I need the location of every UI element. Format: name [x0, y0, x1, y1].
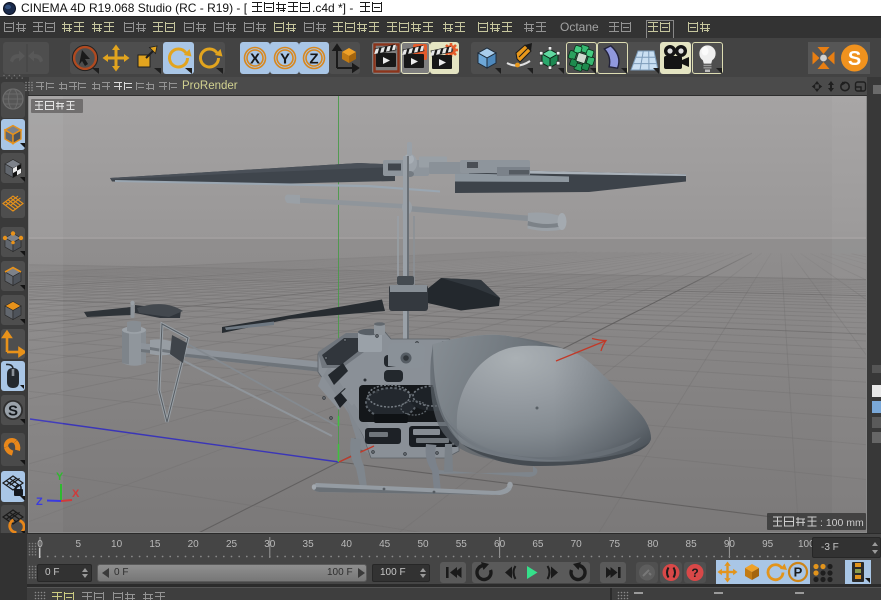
svg-text:X: X — [250, 51, 260, 68]
svg-text:S: S — [8, 403, 18, 420]
svg-text:: 100 mm: : 100 mm — [820, 517, 864, 529]
svg-text:?: ? — [691, 566, 698, 580]
svg-text:S: S — [848, 48, 861, 70]
svg-text:Y: Y — [56, 471, 64, 483]
svg-text:P: P — [794, 565, 803, 580]
svg-text:Z: Z — [309, 51, 318, 68]
svg-text:Z: Z — [36, 496, 43, 508]
svg-text:Y: Y — [279, 51, 289, 68]
svg-text:X: X — [72, 488, 80, 500]
